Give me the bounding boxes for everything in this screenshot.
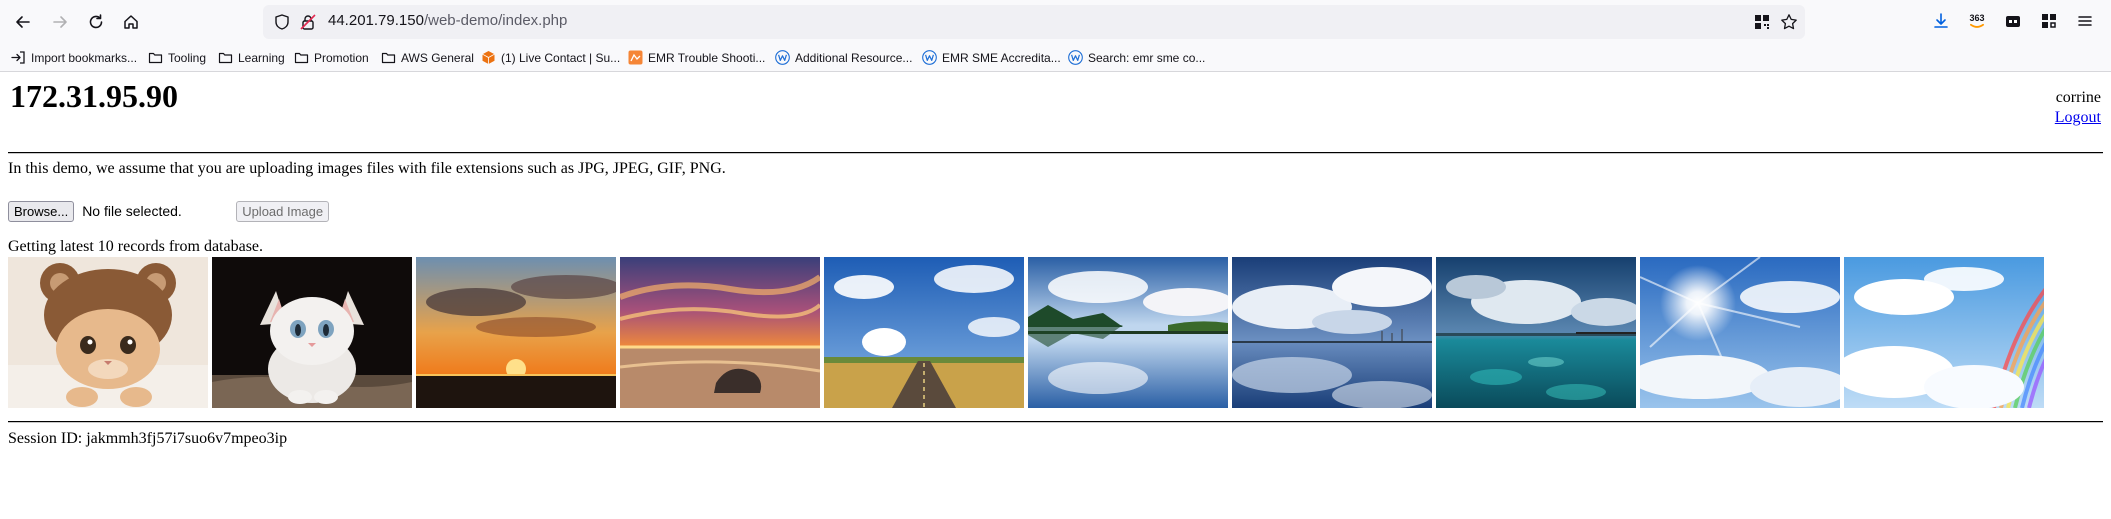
w-icon xyxy=(922,50,937,65)
gallery-image[interactable] xyxy=(1436,257,1636,408)
clouds-water-image xyxy=(1232,257,1432,408)
horizontal-divider xyxy=(8,152,2103,154)
tracking-shield-icon[interactable] xyxy=(273,13,291,31)
bookmark-item[interactable]: EMR Trouble Shooti... xyxy=(628,48,765,67)
bookmark-item[interactable]: EMR SME Accredita... xyxy=(922,48,1061,67)
amazon-smile-icon xyxy=(1970,23,1984,28)
bookmark-label: Search: emr sme co... xyxy=(1088,50,1206,65)
extension-badge: 363 xyxy=(1969,12,1985,23)
page-content: 172.31.95.90 corrine Logout In this demo… xyxy=(0,72,2111,519)
gallery-image[interactable] xyxy=(416,257,616,408)
home-icon xyxy=(124,15,138,29)
sunset-image xyxy=(416,257,616,408)
bookmark-item[interactable]: (1) Live Contact | Su... xyxy=(481,48,620,67)
import-icon xyxy=(11,51,25,64)
containers-button[interactable] xyxy=(2001,9,2025,33)
browser-toolbar: 44.201.79.150/web-demo/index.php 363 xyxy=(0,0,2111,44)
beach-sunset-image xyxy=(620,257,820,408)
sun-clouds-image xyxy=(1640,257,1840,408)
server-ip-heading: 172.31.95.90 xyxy=(10,78,178,114)
download-icon xyxy=(1934,13,1948,28)
folder-icon xyxy=(381,52,396,64)
forward-button[interactable] xyxy=(45,8,75,36)
session-id: Session ID: jakmmh3fj57i7suo6v7mpeo3ip xyxy=(8,430,288,447)
gallery-image[interactable] xyxy=(1232,257,1432,408)
bookmark-star-icon[interactable] xyxy=(1780,13,1798,31)
bookmark-label: EMR SME Accredita... xyxy=(942,50,1061,65)
upload-image-button[interactable]: Upload Image xyxy=(236,200,330,222)
w-icon xyxy=(1068,50,1083,65)
gallery-image[interactable] xyxy=(1640,257,1840,408)
gallery-image[interactable] xyxy=(1844,257,2044,408)
qr-code-icon[interactable] xyxy=(1753,13,1771,31)
folder-icon xyxy=(294,52,309,64)
extensions-button[interactable] xyxy=(2037,9,2061,33)
reload-button[interactable] xyxy=(81,8,111,36)
bookmark-folder[interactable]: Learning xyxy=(218,48,285,67)
kitten-image xyxy=(212,257,412,408)
user-box: corrine Logout xyxy=(2055,88,2101,128)
url-text[interactable]: 44.201.79.150/web-demo/index.php xyxy=(328,12,567,29)
home-button[interactable] xyxy=(116,8,146,36)
upload-form: Browse... No file selected. Upload Image xyxy=(8,200,330,222)
downloads-button[interactable] xyxy=(1929,9,1953,33)
app-menu-button[interactable] xyxy=(2073,9,2097,33)
bookmarks-toolbar: Import bookmarks... Tooling Learning Pro… xyxy=(0,44,2111,72)
puzzle-icon xyxy=(2042,14,2056,28)
bookmark-label: Import bookmarks... xyxy=(31,50,138,65)
folder-icon xyxy=(148,52,163,64)
w-icon xyxy=(775,50,790,65)
road-sky-image xyxy=(824,257,1024,408)
gallery-image[interactable] xyxy=(212,257,412,408)
info-text: In this demo, we assume that you are upl… xyxy=(8,160,726,177)
bookmark-folder[interactable]: Promotion xyxy=(294,48,369,67)
horizontal-divider xyxy=(8,421,2103,423)
insecure-lock-icon[interactable] xyxy=(299,13,317,31)
reload-icon xyxy=(89,14,103,29)
kitten-bear-hat-image xyxy=(8,257,208,408)
bookmark-label: AWS General xyxy=(401,50,474,65)
forward-arrow-icon xyxy=(53,16,67,28)
url-host: 44.201.79.150 xyxy=(328,12,424,29)
bookmark-item[interactable]: Import bookmarks... xyxy=(11,48,137,67)
bookmark-folder[interactable]: AWS General xyxy=(381,48,474,67)
amazon-extension-button[interactable]: 363 xyxy=(1965,9,1989,33)
back-arrow-icon xyxy=(16,16,30,28)
gallery-image[interactable] xyxy=(8,257,208,408)
file-status: No file selected. xyxy=(82,203,182,219)
bookmark-label: Promotion xyxy=(314,50,369,65)
bookmark-item[interactable]: Additional Resource... xyxy=(775,48,912,67)
gallery-image[interactable] xyxy=(824,257,1024,408)
bookmark-label: Additional Resource... xyxy=(795,50,913,65)
bookmark-folder[interactable]: Tooling xyxy=(148,48,206,67)
aws-cube-icon xyxy=(482,51,495,64)
username: corrine xyxy=(2055,89,2101,106)
records-text: Getting latest 10 records from database. xyxy=(8,238,264,255)
bookmark-label: Tooling xyxy=(168,50,207,65)
browse-button[interactable]: Browse... xyxy=(8,200,75,222)
turquoise-sea-image xyxy=(1436,257,1636,408)
emr-icon xyxy=(628,50,643,65)
bookmark-item[interactable]: Search: emr sme co... xyxy=(1068,48,1205,67)
url-path: /web-demo/index.php xyxy=(423,12,568,29)
gallery-image[interactable] xyxy=(1028,257,1228,408)
bookmark-label: Learning xyxy=(238,50,285,65)
back-button[interactable] xyxy=(8,8,38,36)
hamburger-menu-icon xyxy=(2078,16,2092,26)
folder-icon xyxy=(218,52,233,64)
address-bar[interactable]: 44.201.79.150/web-demo/index.php xyxy=(263,5,1805,39)
lake-reflection-image xyxy=(1028,257,1228,408)
gallery-image[interactable] xyxy=(620,257,820,408)
bookmark-label: (1) Live Contact | Su... xyxy=(501,50,621,65)
bookmark-label: EMR Trouble Shooti... xyxy=(648,50,766,65)
logout-link[interactable]: Logout xyxy=(2055,109,2101,126)
container-icon xyxy=(2006,16,2020,27)
rainbow-clouds-image xyxy=(1844,257,2044,408)
